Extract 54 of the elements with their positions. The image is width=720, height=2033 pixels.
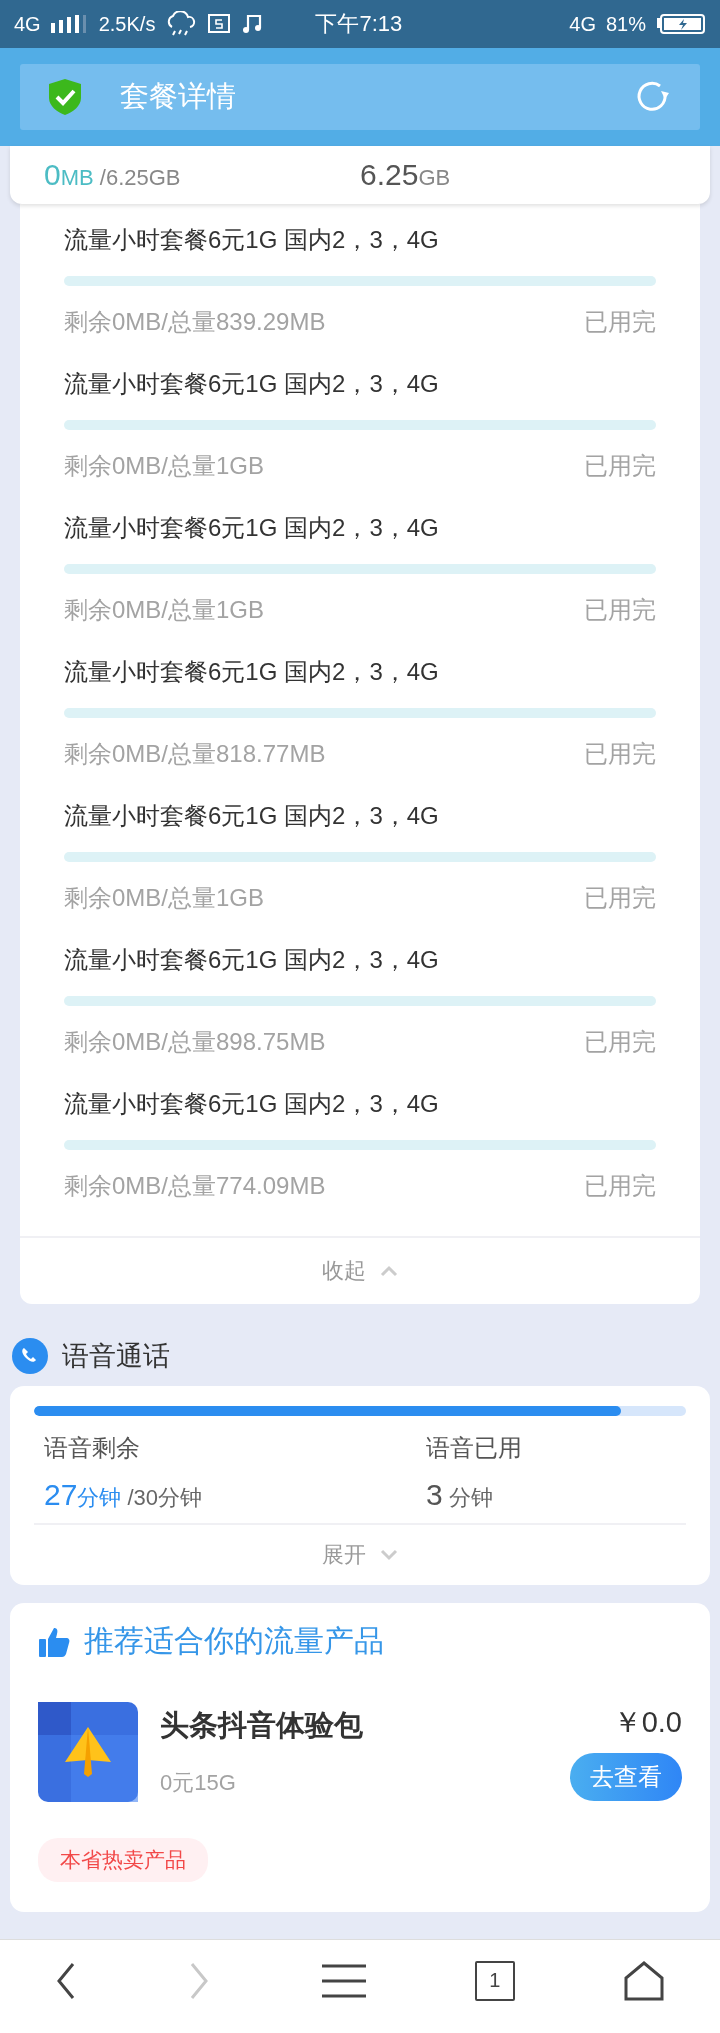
clock: 下午7:13: [315, 10, 404, 38]
package-name: 流量小时套餐6元1G 国内2，3，4G: [64, 1089, 440, 1119]
package-name: 流量小时套餐6元1G 国内2，3，4G: [64, 369, 440, 399]
shield-check-icon: [48, 78, 82, 116]
section-title: 语音通话: [62, 1340, 170, 1373]
data-used: 6.25GB: [360, 158, 452, 192]
tabs-button[interactable]: 1: [474, 1960, 515, 2001]
view-button[interactable]: 去查看: [570, 1753, 682, 1801]
voice-remaining-label: 语音剩余: [44, 1433, 141, 1463]
chevron-down-icon: [380, 1549, 398, 1561]
package-status: 已用完: [584, 307, 656, 337]
voice-remaining: 27分钟 /30分钟: [44, 1478, 204, 1513]
thumbs-up-icon: [38, 1625, 70, 1658]
package-name: 流量小时套餐6元1G 国内2，3，4G: [64, 657, 440, 687]
network-speed: 2.5K/s: [98, 12, 156, 36]
product-price: ￥0.0: [612, 1705, 682, 1740]
battery-percent: 81%: [605, 12, 646, 36]
voice-used: 3 分钟: [426, 1478, 494, 1513]
network-type: 4G: [14, 12, 41, 36]
voice-used-label: 语音已用: [426, 1433, 523, 1463]
battery-icon: [656, 14, 706, 34]
data-remaining: 0MB /6.25GB: [44, 158, 182, 192]
screenshot-icon: [207, 13, 232, 35]
section-title: 推荐适合你的流量产品: [84, 1623, 384, 1659]
package-status: 已用完: [584, 883, 656, 913]
package-name: 流量小时套餐6元1G 国内2，3，4G: [64, 801, 440, 831]
package-remaining: 剩余0MB/总量1GB: [64, 595, 265, 625]
signal-icon: [50, 15, 89, 33]
music-note-icon: [241, 13, 264, 35]
expand-button[interactable]: 展开: [34, 1523, 686, 1585]
package-status: 已用完: [584, 595, 656, 625]
package-remaining: 剩余0MB/总量1GB: [64, 451, 265, 481]
package-remaining: 剩余0MB/总量818.77MB: [64, 739, 326, 769]
collapse-button[interactable]: 收起: [20, 1236, 700, 1304]
package-remaining: 剩余0MB/总量774.09MB: [64, 1171, 326, 1201]
package-status: 已用完: [584, 451, 656, 481]
hot-product-tag: 本省热卖产品: [38, 1838, 208, 1882]
package-name: 流量小时套餐6元1G 国内2，3，4G: [64, 513, 440, 543]
package-remaining: 剩余0MB/总量839.29MB: [64, 307, 326, 337]
page-title: 套餐详情: [120, 79, 237, 114]
package-status: 已用完: [584, 1171, 656, 1201]
product-name: 头条抖音体验包: [160, 1708, 364, 1743]
package-status: 已用完: [584, 1027, 656, 1057]
paper-plane-icon: [38, 1702, 138, 1802]
package-remaining: 剩余0MB/总量898.75MB: [64, 1027, 326, 1057]
product-description: 0元15G: [160, 1769, 237, 1797]
chevron-up-icon: [380, 1265, 398, 1277]
package-remaining: 剩余0MB/总量1GB: [64, 883, 265, 913]
phone-icon: [12, 1338, 48, 1374]
package-status: 已用完: [584, 739, 656, 769]
rain-cloud-icon: [165, 11, 198, 37]
package-name: 流量小时套餐6元1G 国内2，3，4G: [64, 945, 440, 975]
package-name: 流量小时套餐6元1G 国内2，3，4G: [64, 225, 440, 255]
network-type: 4G: [569, 12, 596, 36]
